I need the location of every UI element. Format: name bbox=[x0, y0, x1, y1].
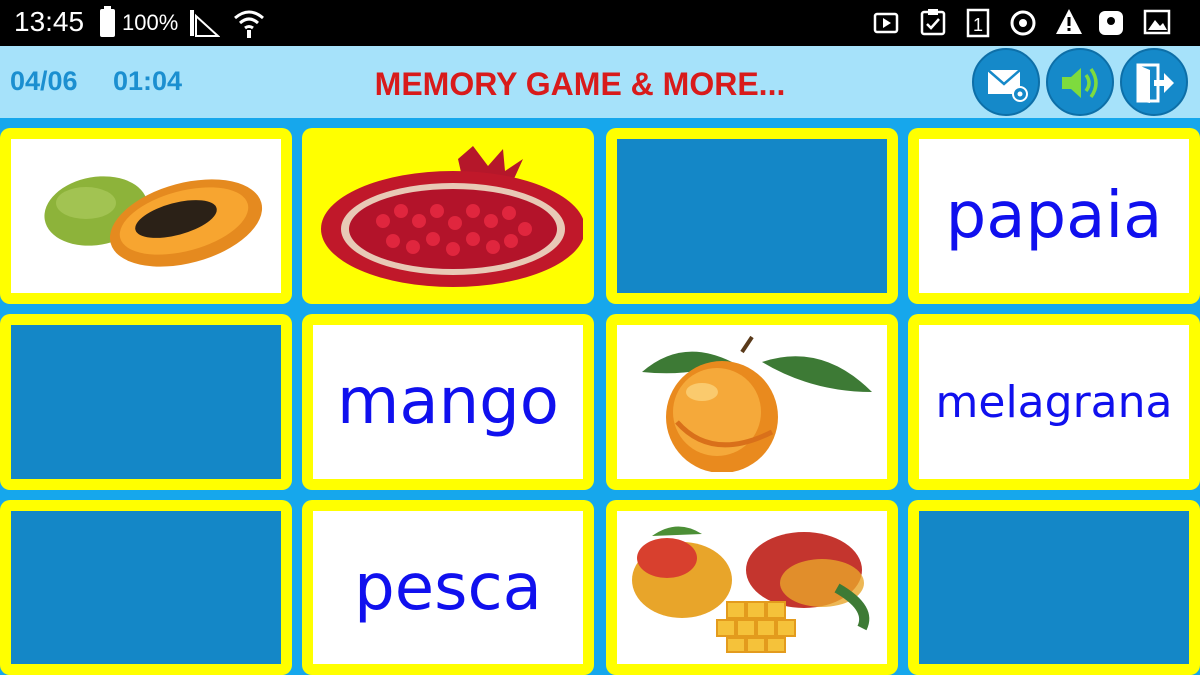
card-picture-face bbox=[313, 139, 583, 293]
card-word: pesca bbox=[354, 550, 542, 625]
wifi-icon bbox=[232, 6, 266, 45]
status-time: 13:45 bbox=[14, 6, 85, 37]
card-back bbox=[11, 511, 281, 664]
card-word-face: melagrana bbox=[919, 325, 1189, 479]
exit-button[interactable] bbox=[1120, 48, 1188, 116]
battery-icon bbox=[100, 6, 115, 37]
card-picture-face bbox=[11, 139, 281, 293]
clipboard-check-icon bbox=[918, 6, 948, 43]
memory-card[interactable] bbox=[908, 500, 1200, 675]
card-word-face: pesca bbox=[313, 511, 583, 664]
pomegranate-icon bbox=[313, 141, 583, 291]
game-header: 04/06 01:04 MEMORY GAME & MORE... bbox=[0, 46, 1200, 118]
memory-card[interactable]: mango bbox=[302, 314, 594, 490]
mail-settings-icon bbox=[987, 69, 1028, 102]
memory-card[interactable] bbox=[606, 314, 898, 490]
battery-percent: 100% bbox=[122, 10, 179, 35]
image-icon bbox=[1142, 6, 1172, 43]
peach-icon bbox=[622, 332, 882, 472]
galaxy-icon bbox=[1096, 6, 1126, 43]
video-icon bbox=[872, 6, 902, 43]
card-word-face: papaia bbox=[919, 139, 1189, 293]
mail-settings-button[interactable] bbox=[972, 48, 1040, 116]
memory-card[interactable] bbox=[606, 128, 898, 304]
card-word-face: mango bbox=[313, 325, 583, 479]
svg-text:1: 1 bbox=[973, 15, 983, 35]
memory-card[interactable]: papaia bbox=[908, 128, 1200, 304]
memory-card[interactable]: melagrana bbox=[908, 314, 1200, 490]
warning-icon bbox=[1054, 6, 1084, 43]
mango-icon bbox=[622, 518, 882, 658]
sound-icon bbox=[1062, 67, 1098, 99]
memory-card[interactable] bbox=[302, 128, 594, 304]
card-word: melagrana bbox=[935, 376, 1173, 428]
memory-card[interactable] bbox=[0, 128, 292, 304]
memory-card[interactable] bbox=[0, 314, 292, 490]
card-back bbox=[919, 511, 1189, 664]
memory-card[interactable] bbox=[606, 500, 898, 675]
card-word: mango bbox=[337, 365, 559, 439]
card-picture-face bbox=[617, 511, 887, 664]
card-picture-face bbox=[617, 325, 887, 479]
card-back bbox=[617, 139, 887, 293]
status-bar: 13:45 100% 1 bbox=[0, 0, 1200, 46]
sound-button[interactable] bbox=[1046, 48, 1114, 116]
card-back bbox=[11, 325, 281, 479]
power-icon bbox=[1008, 6, 1038, 43]
memory-card[interactable] bbox=[0, 500, 292, 675]
papaya-icon bbox=[26, 151, 266, 281]
pairs-counter: 04/06 bbox=[10, 66, 78, 96]
exit-icon bbox=[1136, 63, 1174, 103]
card-word: papaia bbox=[945, 179, 1163, 253]
game-timer: 01:04 bbox=[113, 66, 183, 96]
signal-icon bbox=[188, 6, 221, 43]
memory-card[interactable]: pesca bbox=[302, 500, 594, 675]
sim-1-icon: 1 bbox=[964, 6, 992, 43]
page-title: MEMORY GAME & MORE... bbox=[374, 66, 786, 102]
